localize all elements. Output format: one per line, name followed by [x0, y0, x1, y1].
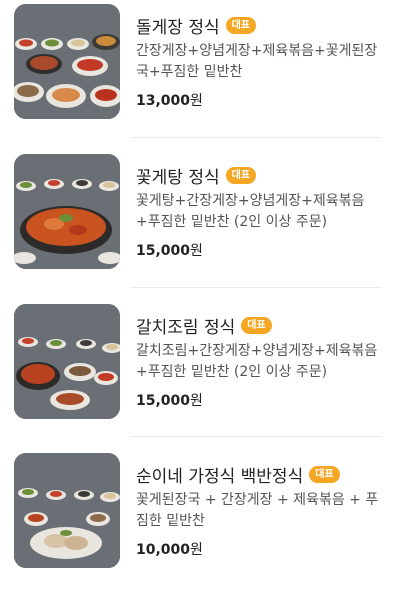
menu-name[interactable]: 갈치조림 정식 [136, 313, 235, 338]
menu-info: 돌게장 정식 대표 간장게장+양념게장+제육볶음+꽃게된장국+푸짐한 밑반찬 1… [136, 12, 386, 110]
menu-info: 순이네 가정식 백반정식 대표 꽃게된장국 + 간장게장 + 제육볶음 + 푸짐… [136, 461, 386, 559]
signature-badge: 대표 [225, 166, 257, 184]
signature-badge: 대표 [225, 16, 257, 34]
menu-info: 갈치조림 정식 대표 갈치조림+간장게장+양념게장+제육볶음+푸짐한 밑반찬 (… [136, 312, 386, 410]
menu-photo[interactable] [14, 4, 120, 119]
price-number: 15,000 [136, 393, 191, 409]
menu-title-row: 순이네 가정식 백반정식 대표 [136, 461, 386, 487]
menu-description: 꽃게탕+간장게장+양념게장+제육볶음+푸짐한 밑반찬 (2인 이상 주문) [136, 193, 365, 230]
menu-description: 간장게장+양념게장+제육볶음+꽃게된장국+푸짐한 밑반찬 [136, 43, 378, 80]
menu-title-row: 꽃게탕 정식 대표 [136, 162, 386, 188]
divider [130, 287, 382, 288]
price-unit: 원 [190, 243, 203, 259]
price-number: 13,000 [136, 93, 191, 109]
signature-badge: 대표 [241, 316, 272, 334]
menu-title-row: 돌게장 정식 대표 [136, 12, 386, 38]
divider [130, 436, 382, 437]
menu-info: 꽃게탕 정식 대표 꽃게탕+간장게장+양념게장+제육볶음+푸짐한 밑반찬 (2인… [136, 162, 386, 260]
price-unit: 원 [190, 93, 203, 109]
menu-name[interactable]: 돌게장 정식 [136, 13, 220, 38]
menu-price: 10,000원 [136, 539, 386, 559]
menu-price: 15,000원 [136, 240, 386, 260]
price-number: 10,000 [136, 542, 191, 558]
price-unit: 원 [190, 393, 203, 409]
food-photo-image [14, 154, 120, 269]
menu-item-dolgejang[interactable]: 돌게장 정식 대표 간장게장+양념게장+제육볶음+꽃게된장국+푸짐한 밑반찬 1… [0, 0, 400, 150]
food-photo-image [14, 4, 120, 119]
signature-badge: 대표 [309, 465, 340, 483]
menu-price: 15,000원 [136, 390, 386, 410]
menu-name[interactable]: 순이네 가정식 백반정식 [136, 462, 303, 487]
menu-title-row: 갈치조림 정식 대표 [136, 312, 386, 338]
menu-photo[interactable] [14, 453, 120, 568]
menu-name[interactable]: 꽃게탕 정식 [136, 163, 220, 188]
price-number: 15,000 [136, 243, 191, 259]
menu-photo[interactable] [14, 304, 120, 419]
menu-description: 꽃게된장국 + 간장게장 + 제육볶음 + 푸짐한 밑반찬 [136, 492, 379, 529]
price-unit: 원 [190, 542, 203, 558]
menu-description: 갈치조림+간장게장+양념게장+제육볶음+푸짐한 밑반찬 (2인 이상 주문) [136, 343, 378, 380]
menu-photo[interactable] [14, 154, 120, 269]
divider [130, 137, 382, 138]
food-photo-image [14, 304, 120, 419]
menu-price: 13,000원 [136, 90, 386, 110]
food-photo-image [14, 453, 120, 568]
menu-item-galchijorim[interactable]: 갈치조림 정식 대표 갈치조림+간장게장+양념게장+제육볶음+푸짐한 밑반찬 (… [0, 300, 400, 450]
menu-item-sunine-baekban[interactable]: 순이네 가정식 백반정식 대표 꽃게된장국 + 간장게장 + 제육볶음 + 푸짐… [0, 449, 400, 599]
menu-item-kkotgetang[interactable]: 꽃게탕 정식 대표 꽃게탕+간장게장+양념게장+제육볶음+푸짐한 밑반찬 (2인… [0, 150, 400, 300]
